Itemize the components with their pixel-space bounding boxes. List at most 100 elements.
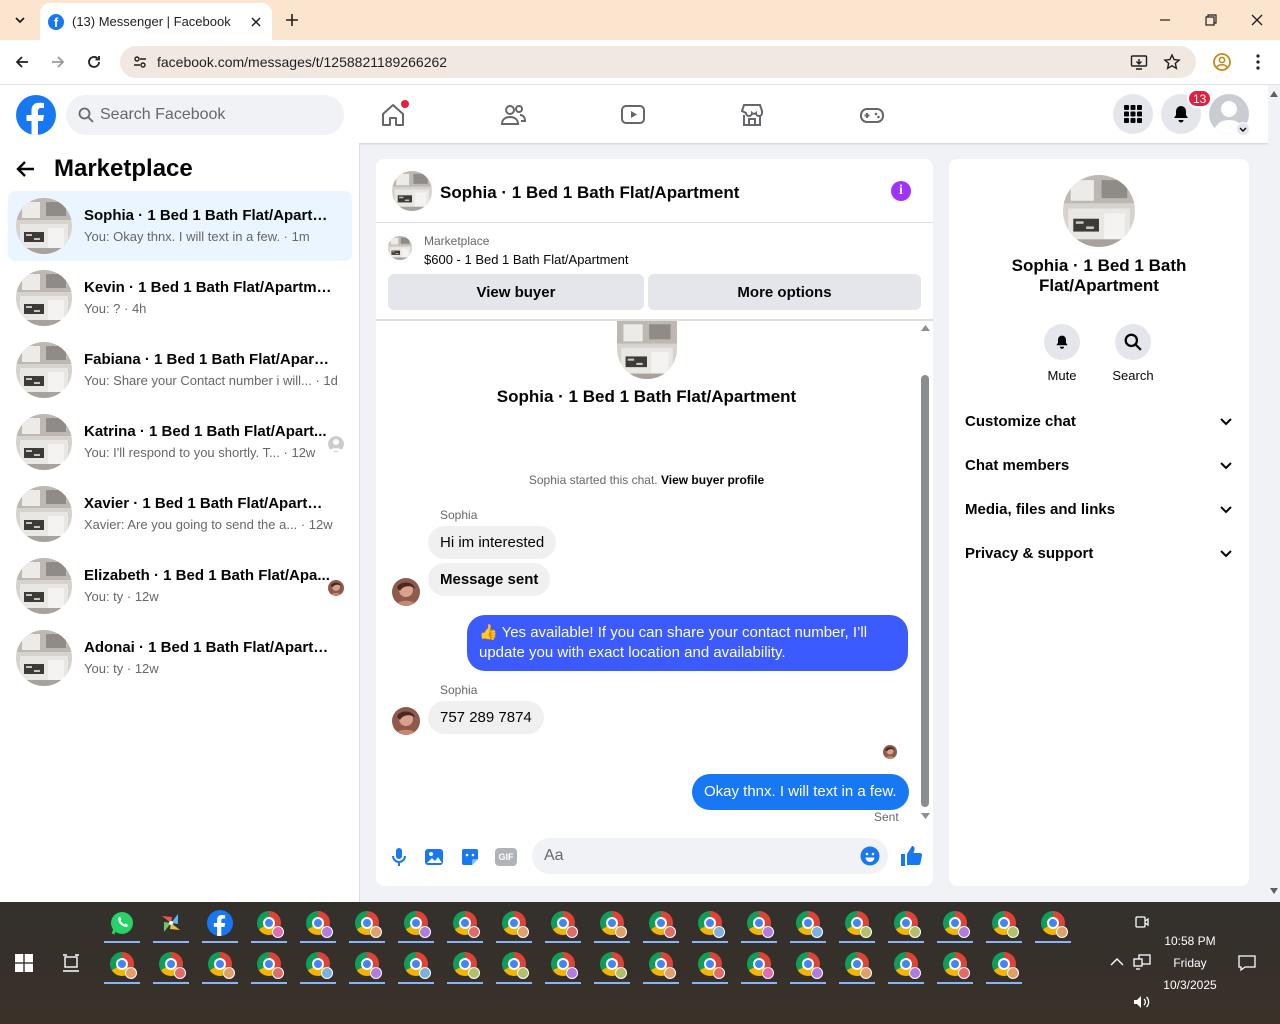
incoming-message[interactable]: 757 289 7874	[428, 701, 544, 734]
scroll-up-icon[interactable]	[1270, 91, 1278, 97]
chrome-profile-icon[interactable]	[935, 903, 975, 943]
show-hidden-icons-chevron[interactable]	[1110, 956, 1124, 966]
search-in-chat-button[interactable]: Search	[1093, 324, 1173, 383]
conversation-item[interactable]: Xavier · 1 Bed 1 Bath Flat/Apartment Xavi…	[8, 479, 352, 549]
chrome-profile-icon[interactable]	[592, 903, 632, 943]
outgoing-message[interactable]: 👍 Yes available! If you can share your c…	[467, 615, 908, 671]
task-view-icon[interactable]	[62, 954, 80, 972]
conversation-item[interactable]: Sophia · 1 Bed 1 Bath Flat/Apartme... You…	[8, 191, 352, 261]
chrome-profile-icon[interactable]	[396, 903, 436, 943]
network-icon[interactable]	[1133, 954, 1151, 970]
system-clock[interactable]: 10:58 PM Friday 10/3/2025	[1156, 930, 1224, 996]
conversation-item[interactable]: Elizabeth · 1 Bed 1 Bath Flat/Apa... You:…	[8, 551, 352, 621]
close-window-button[interactable]	[1247, 10, 1267, 30]
chrome-profile-icon[interactable]	[690, 944, 730, 984]
chrome-profile-icon[interactable]	[788, 944, 828, 984]
reload-icon[interactable]	[84, 52, 104, 72]
windows-start-icon[interactable]	[15, 954, 33, 972]
message-input[interactable]	[532, 838, 888, 874]
chrome-profile-icon[interactable]	[445, 903, 485, 943]
conversation-item[interactable]: Adonai · 1 Bed 1 Bath Flat/Apartm... You:…	[8, 623, 352, 693]
account-chevron-icon[interactable]	[1236, 122, 1250, 136]
facebook-logo-icon[interactable]	[16, 95, 56, 135]
chrome-profile-icon[interactable]	[886, 903, 926, 943]
message-thread[interactable]: Sophia · 1 Bed 1 Bath Flat/Apartment Sop…	[376, 321, 933, 826]
browser-tab[interactable]: f (13) Messenger | Facebook	[40, 3, 272, 40]
info-section-customize-chat[interactable]: Customize chat	[965, 401, 1233, 441]
listing-title[interactable]: $600 - 1 Bed 1 Bath Flat/Apartment	[424, 252, 629, 267]
chrome-profile-icon[interactable]	[984, 944, 1024, 984]
gif-button[interactable]: GIF	[495, 848, 517, 866]
conversation-item[interactable]: Kevin · 1 Bed 1 Bath Flat/Apartment You: …	[8, 263, 352, 333]
whatsapp-icon[interactable]	[102, 903, 142, 943]
like-icon[interactable]	[899, 844, 923, 868]
chrome-profile-icon[interactable]	[102, 944, 142, 984]
chrome-profile-icon[interactable]	[641, 944, 681, 984]
view-buyer-button[interactable]: View buyer	[388, 274, 644, 310]
scrollbar-thumb[interactable]	[921, 375, 929, 807]
meet-now-icon[interactable]	[1134, 914, 1150, 930]
chrome-profile-icon[interactable]	[984, 903, 1024, 943]
chrome-profile-icon[interactable]	[347, 903, 387, 943]
info-section-media-files-and-links[interactable]: Media, files and links	[965, 489, 1233, 529]
chrome-profile-icon[interactable]	[592, 944, 632, 984]
sticker-icon[interactable]	[459, 846, 481, 868]
sender-avatar[interactable]	[392, 707, 420, 735]
marketplace-icon[interactable]	[739, 102, 765, 128]
incoming-message[interactable]: Hi im interested	[428, 526, 557, 559]
back-arrow-icon[interactable]	[12, 52, 32, 72]
chrome-profile-icon[interactable]	[347, 944, 387, 984]
info-section-chat-members[interactable]: Chat members	[965, 445, 1233, 485]
chrome-profile-icon[interactable]	[494, 903, 534, 943]
menu-grid-button[interactable]	[1113, 94, 1153, 134]
chrome-profile-icon[interactable]	[543, 903, 583, 943]
video-icon[interactable]	[620, 102, 646, 128]
info-section-privacy-support[interactable]: Privacy & support	[965, 533, 1233, 573]
conversation-item[interactable]: Fabiana · 1 Bed 1 Bath Flat/Apartm... You…	[8, 335, 352, 405]
chrome-profile-icon[interactable]	[788, 903, 828, 943]
incoming-message[interactable]: Message sent	[428, 563, 551, 596]
chrome-profile-icon[interactable]	[739, 944, 779, 984]
outgoing-message[interactable]: Okay thnx. I will text in a few.	[692, 774, 909, 810]
chrome-profile-icon[interactable]	[249, 903, 289, 943]
chrome-profile-icon[interactable]	[494, 944, 534, 984]
chrome-profile-icon[interactable]	[249, 944, 289, 984]
scroll-down-icon[interactable]	[921, 813, 930, 819]
view-buyer-profile-link[interactable]: View buyer profile	[661, 473, 764, 487]
chrome-profile-icon[interactable]	[837, 944, 877, 984]
more-options-button[interactable]: More options	[648, 274, 921, 310]
site-settings-icon[interactable]	[132, 54, 148, 70]
facebook-taskbar-icon[interactable]	[200, 903, 240, 943]
restore-button[interactable]	[1201, 10, 1221, 30]
sender-avatar[interactable]	[392, 578, 420, 606]
chrome-profile-icon[interactable]	[396, 944, 436, 984]
page-scrollbar[interactable]	[1268, 85, 1280, 902]
address-bar[interactable]: facebook.com/messages/t/1258821189266262	[120, 46, 1196, 78]
info-icon[interactable]: i	[891, 181, 911, 201]
chrome-profile-icon[interactable]	[837, 903, 877, 943]
chrome-profile-icon[interactable]	[1033, 903, 1073, 943]
photo-icon[interactable]	[423, 846, 445, 868]
install-app-icon[interactable]	[1130, 53, 1148, 71]
chat-title[interactable]: Sophia · 1 Bed 1 Bath Flat/Apartment	[440, 183, 739, 203]
gaming-icon[interactable]	[859, 102, 885, 128]
pinwheel-app-icon[interactable]	[151, 903, 191, 943]
chrome-profile-icon[interactable]	[690, 903, 730, 943]
bookmark-star-icon[interactable]	[1163, 53, 1181, 71]
mute-button[interactable]: Mute	[1022, 324, 1102, 383]
forward-arrow-icon[interactable]	[48, 52, 68, 72]
notification-center-icon[interactable]	[1238, 954, 1256, 972]
back-arrow-icon[interactable]	[16, 159, 36, 179]
minimize-button[interactable]	[1155, 10, 1175, 30]
tab-close-icon[interactable]	[248, 14, 264, 30]
profile-icon[interactable]	[1212, 52, 1232, 72]
thread-scrollbar[interactable]	[918, 321, 933, 826]
chrome-profile-icon[interactable]	[298, 903, 338, 943]
chrome-profile-icon[interactable]	[445, 944, 485, 984]
browser-menu-icon[interactable]	[1248, 52, 1268, 72]
facebook-search-input[interactable]: Search Facebook	[66, 95, 344, 135]
chrome-profile-icon[interactable]	[935, 944, 975, 984]
volume-icon[interactable]	[1133, 994, 1151, 1010]
chrome-profile-icon[interactable]	[151, 944, 191, 984]
chrome-profile-icon[interactable]	[543, 944, 583, 984]
